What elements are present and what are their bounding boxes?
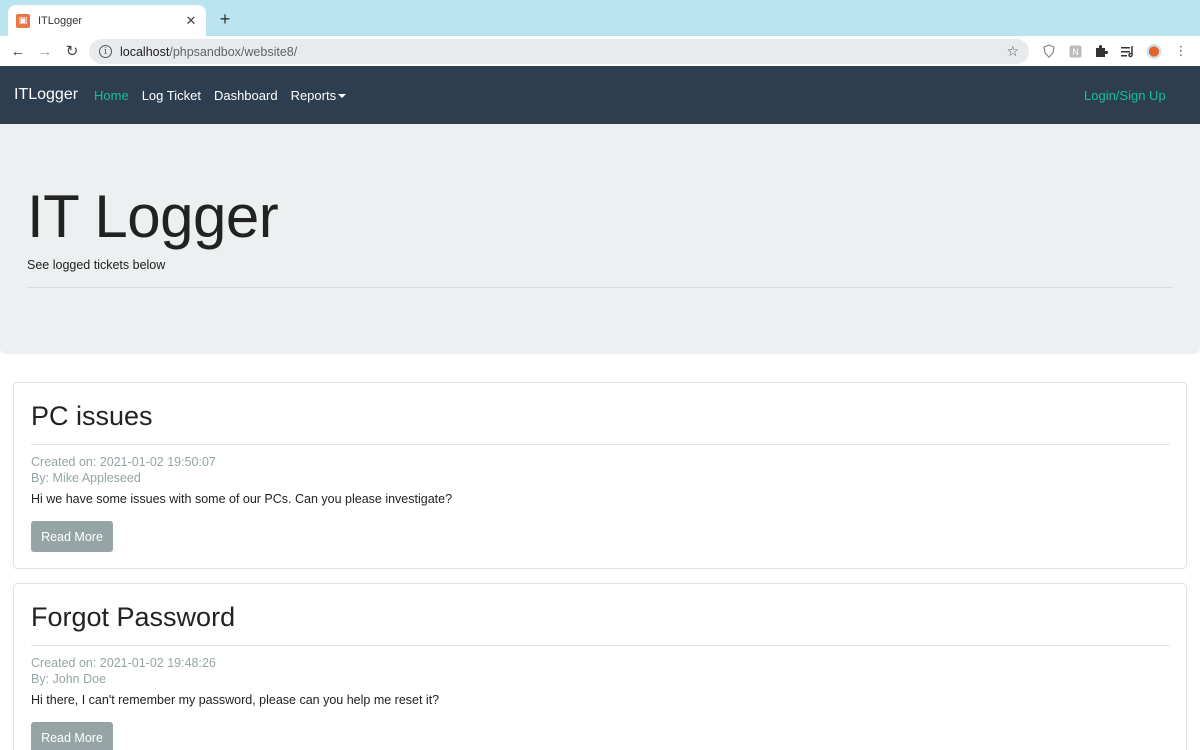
card-divider (31, 444, 1170, 445)
ticket-author: By: Mike Appleseed (31, 471, 141, 485)
ticket-created: Created on: 2021-01-02 19:48:26 (31, 656, 216, 670)
url-host: localhost (120, 44, 170, 59)
profile-avatar-icon[interactable] (1146, 43, 1162, 59)
puzzle-extensions-icon[interactable] (1093, 43, 1109, 59)
browser-menu-icon[interactable]: ⋮ (1173, 43, 1189, 59)
ticket-card: PC issues Created on: 2021-01-02 19:50:0… (13, 382, 1187, 569)
browser-toolbar: ← → ↻ i localhost/phpsandbox/website8/ ☆… (0, 36, 1200, 66)
page-subtitle: See logged tickets below (27, 258, 166, 272)
nav-link-dashboard[interactable]: Dashboard (214, 88, 278, 103)
svg-text:N: N (1072, 48, 1079, 58)
browser-tab-bar: ▣ ITLogger ✕ + (0, 0, 1200, 36)
site-favicon-icon: ▣ (16, 13, 30, 28)
bookmark-star-icon[interactable]: ☆ (1006, 43, 1019, 60)
site-navbar: ITLogger Home Log Ticket Dashboard Repor… (0, 66, 1200, 124)
ticket-card: Forgot Password Created on: 2021-01-02 1… (13, 583, 1187, 750)
ticket-title: PC issues (31, 401, 153, 431)
url-path: /phpsandbox/website8/ (169, 44, 298, 59)
url-text[interactable]: localhost/phpsandbox/website8/ (120, 45, 1006, 59)
reload-icon[interactable]: ↻ (62, 41, 82, 61)
ticket-body: Hi we have some issues with some of our … (31, 492, 453, 506)
read-more-button[interactable]: Read More (31, 521, 113, 552)
login-signup-link[interactable]: Login/Sign Up (1084, 88, 1166, 103)
nav-link-home[interactable]: Home (94, 88, 129, 103)
read-more-button[interactable]: Read More (31, 722, 113, 750)
new-tab-icon[interactable]: + (216, 9, 234, 29)
forward-icon[interactable]: → (35, 41, 55, 61)
nav-reports-label: Reports (290, 87, 337, 103)
site-info-icon[interactable]: i (99, 45, 112, 58)
ticket-author: By: John Doe (31, 672, 107, 686)
extension-icon[interactable]: N (1067, 43, 1083, 59)
jumbotron-divider (27, 287, 1173, 288)
back-icon[interactable]: ← (8, 41, 28, 61)
jumbotron: IT Logger See logged tickets below (0, 124, 1200, 354)
ticket-created: Created on: 2021-01-02 19:50:07 (31, 455, 216, 469)
shield-extension-icon[interactable] (1041, 43, 1057, 59)
navbar-links: Home Log Ticket Dashboard Reports (94, 88, 359, 103)
ticket-meta: Created on: 2021-01-02 19:50:07 By: Mike… (31, 454, 216, 486)
ticket-body: Hi there, I can't remember my password, … (31, 693, 440, 707)
ticket-meta: Created on: 2021-01-02 19:48:26 By: John… (31, 655, 216, 687)
nav-link-log-ticket[interactable]: Log Ticket (142, 88, 201, 103)
tab-title: ITLogger (38, 14, 83, 27)
caret-down-icon (338, 94, 347, 99)
ticket-title: Forgot Password (31, 602, 236, 632)
close-tab-icon[interactable]: ✕ (184, 13, 198, 29)
reading-list-icon[interactable] (1120, 43, 1136, 59)
page-title: IT Logger (27, 183, 279, 250)
navbar-brand[interactable]: ITLogger (14, 86, 78, 104)
address-bar[interactable]: i localhost/phpsandbox/website8/ ☆ (89, 39, 1029, 64)
nav-dropdown-reports[interactable]: Reports (291, 88, 347, 103)
card-divider (31, 645, 1170, 646)
browser-tab[interactable]: ▣ ITLogger ✕ (8, 5, 206, 36)
